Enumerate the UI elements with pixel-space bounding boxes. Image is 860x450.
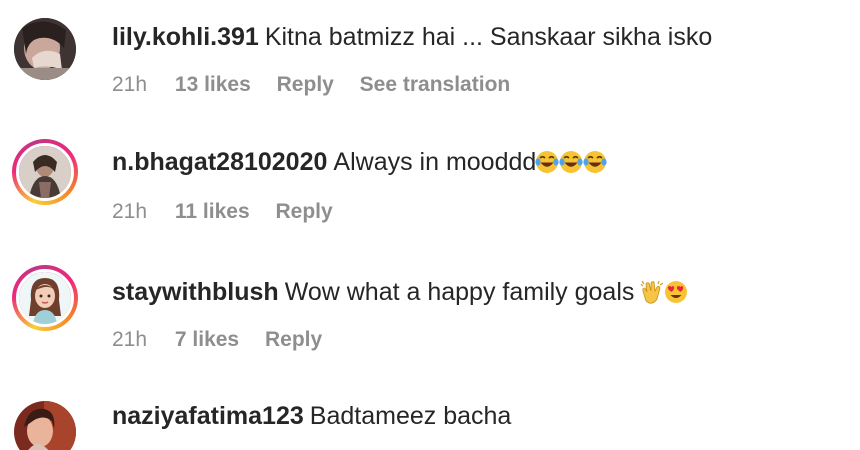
comment-item: staywithblush Wow what a happy family goa… xyxy=(0,255,860,365)
avatar-photo xyxy=(14,401,76,450)
comment-list: lily.kohli.391 Kitna batmizz hai ... Sans… xyxy=(0,0,860,450)
comment-time[interactable]: 21h xyxy=(112,328,147,351)
comment-body: Badtameez bacha xyxy=(309,402,512,430)
reply-button[interactable]: Reply xyxy=(277,73,334,96)
comment-text-line: naziyafatima123 Badtameez bacha xyxy=(112,401,511,431)
comment-time[interactable]: 21h xyxy=(112,73,147,96)
comment-username[interactable]: lily.kohli.391 xyxy=(112,23,259,51)
heart-eyes-face-icon xyxy=(663,279,689,305)
comment-likes[interactable]: 13 likes xyxy=(175,73,251,96)
avatar-photo xyxy=(19,146,71,198)
comment-body: Kitna batmizz hai ... Sanskaar sikha isk… xyxy=(264,23,713,51)
face-with-tears-of-joy-icon xyxy=(534,149,560,175)
comment-text-line: lily.kohli.391 Kitna batmizz hai ... Sans… xyxy=(112,22,712,52)
comment-text-line: staywithblush Wow what a happy family goa… xyxy=(112,277,689,307)
comment-item: naziyafatima123 Badtameez bacha xyxy=(0,383,860,450)
comment-meta: 21h 7 likes Reply xyxy=(112,327,342,353)
reply-button[interactable]: Reply xyxy=(275,200,332,223)
comment-username[interactable]: n.bhagat28102020 xyxy=(112,148,327,176)
comment-username[interactable]: naziyafatima123 xyxy=(112,402,304,430)
see-translation-button[interactable]: See translation xyxy=(360,73,511,96)
avatar-photo xyxy=(19,272,71,324)
face-with-tears-of-joy-icon xyxy=(582,149,608,175)
comment-body: Always in mooddd xyxy=(333,148,537,176)
avatar[interactable] xyxy=(14,401,76,450)
face-with-tears-of-joy-icon xyxy=(558,149,584,175)
comment-meta: 21h 13 likes Reply See translation xyxy=(112,72,530,98)
clapping-hands-icon xyxy=(639,279,665,305)
comment-time[interactable]: 21h xyxy=(112,200,147,223)
comment-text-line: n.bhagat28102020 Always in mooddd xyxy=(112,147,608,177)
avatar[interactable] xyxy=(12,139,78,205)
comment-body: Wow what a happy family goals xyxy=(284,278,635,306)
comment-item: n.bhagat28102020 Always in mooddd 21h 11 … xyxy=(0,127,860,237)
avatar[interactable] xyxy=(12,265,78,331)
comment-meta: 21h 11 likes Reply xyxy=(112,199,353,225)
comment-item: lily.kohli.391 Kitna batmizz hai ... Sans… xyxy=(0,0,860,110)
comment-likes[interactable]: 7 likes xyxy=(175,328,239,351)
avatar[interactable] xyxy=(14,18,76,80)
avatar-photo xyxy=(14,18,76,80)
comment-likes[interactable]: 11 likes xyxy=(175,200,250,223)
comment-username[interactable]: staywithblush xyxy=(112,278,279,306)
reply-button[interactable]: Reply xyxy=(265,328,322,351)
